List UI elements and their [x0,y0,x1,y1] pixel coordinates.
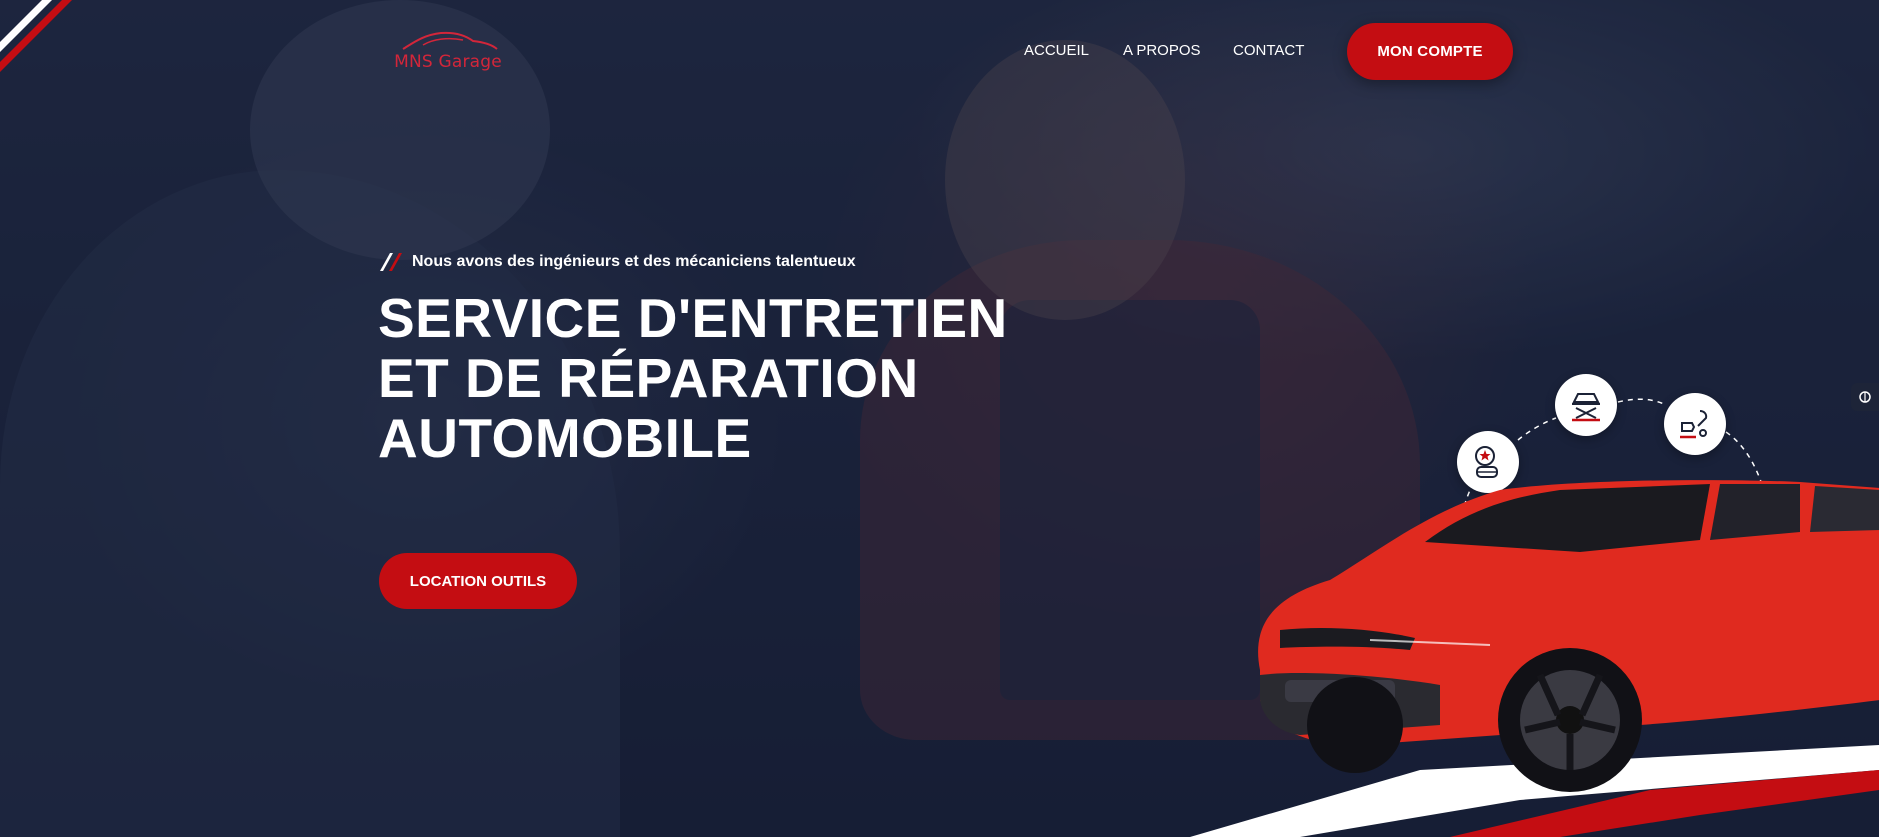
red-suv-image [1258,480,1879,792]
side-widget-button[interactable] [1851,383,1879,411]
settings-icon [1859,391,1871,403]
